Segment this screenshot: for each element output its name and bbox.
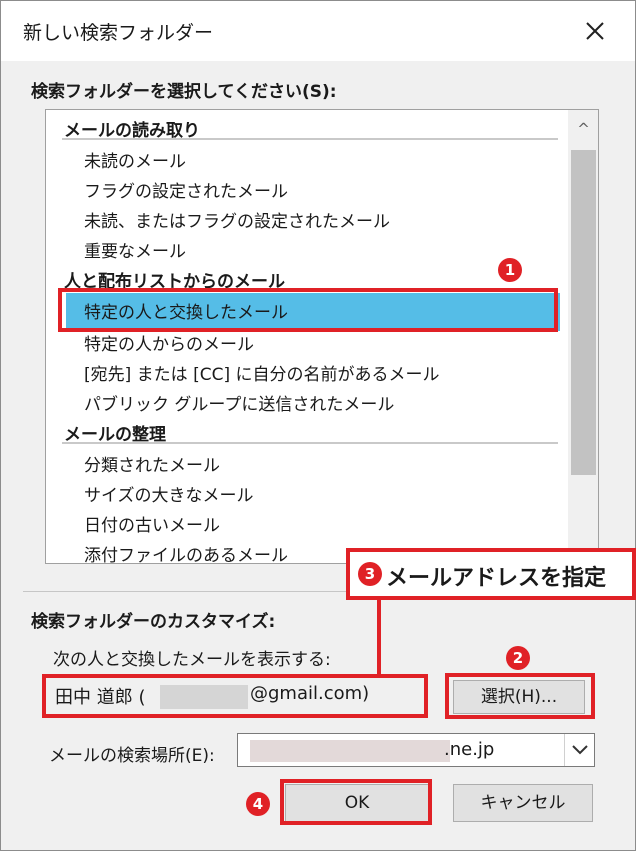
callout-text: メールアドレスを指定: [386, 566, 607, 591]
show-mail-label: 次の人と交換したメールを表示する:: [53, 650, 331, 670]
choose-folder-label: 検索フォルダーを選択してください(S):: [31, 82, 337, 102]
highlight-select-button: [445, 673, 595, 719]
group-divider: [62, 442, 558, 444]
highlight-person-field: [42, 674, 428, 718]
list-item[interactable]: 添付ファイルのあるメール: [84, 541, 288, 563]
list-item[interactable]: サイズの大きなメール: [84, 481, 254, 506]
customize-label: 検索フォルダーのカスタマイズ:: [31, 612, 276, 632]
step-badge-4: 4: [246, 792, 270, 816]
title-bar: 新しい検索フォルダー: [1, 1, 635, 61]
list-scrollbar[interactable]: ^: [568, 110, 598, 563]
close-button[interactable]: [575, 11, 615, 51]
redacted-location: [250, 740, 450, 762]
list-item[interactable]: 未読のメール: [84, 147, 186, 172]
step-badge-1: 1: [498, 258, 522, 282]
step-badge-2: 2: [506, 646, 530, 670]
callout-box: 3 メールアドレスを指定: [346, 548, 636, 600]
dialog-title: 新しい検索フォルダー: [23, 22, 214, 44]
search-location-label: メールの検索場所(E):: [49, 746, 215, 766]
highlight-selected-item: [58, 288, 558, 332]
new-search-folder-dialog: 新しい検索フォルダー 検索フォルダーを選択してください(S): メールの読み取り…: [0, 0, 636, 851]
list-item[interactable]: 未読、またはフラグの設定されたメール: [84, 207, 390, 232]
scroll-up-icon[interactable]: ^: [568, 114, 598, 144]
cancel-button[interactable]: キャンセル: [453, 784, 593, 822]
search-folder-list[interactable]: メールの読み取り 未読のメール フラグの設定されたメール 未読、またはフラグの設…: [45, 109, 599, 564]
group-divider: [62, 138, 558, 140]
location-domain: .ne.jp: [444, 739, 495, 760]
list-item[interactable]: 日付の古いメール: [84, 511, 220, 536]
list-item[interactable]: 重要なメール: [84, 237, 186, 262]
list-item[interactable]: フラグの設定されたメール: [84, 177, 288, 202]
callout-leader-line: [377, 596, 381, 676]
list-item[interactable]: 分類されたメール: [84, 451, 220, 476]
list-item[interactable]: [宛先] または [CC] に自分の名前があるメール: [84, 360, 439, 385]
scroll-thumb[interactable]: [571, 150, 596, 475]
combo-dropdown-button[interactable]: [564, 734, 594, 766]
list-item[interactable]: パブリック グループに送信されたメール: [84, 390, 394, 415]
list-item[interactable]: 特定の人からのメール: [84, 330, 254, 355]
close-icon: [586, 22, 604, 40]
dropdown-chevron-icon: [572, 745, 588, 755]
step-badge-3: 3: [358, 562, 382, 586]
highlight-ok-button: [280, 779, 432, 825]
search-location-combo[interactable]: .ne.jp: [237, 733, 595, 767]
